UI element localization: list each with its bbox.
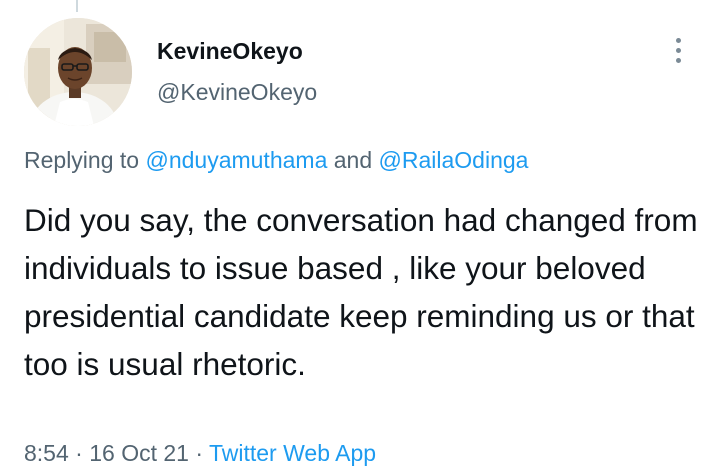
tweet-date[interactable]: 16 Oct 21: [89, 440, 189, 466]
thread-connector-line: [76, 0, 78, 12]
tweet-source-link[interactable]: Twitter Web App: [209, 440, 376, 466]
mention-link-railaodinga[interactable]: @RailaOdinga: [379, 147, 529, 173]
tweet-metadata: 8:54 · 16 Oct 21 · Twitter Web App: [24, 440, 376, 467]
author-display-name[interactable]: KevineOkeyo: [157, 38, 303, 65]
tweet-time[interactable]: 8:54: [24, 440, 69, 466]
tweet-text: Did you say, the conversation had change…: [24, 202, 698, 382]
author-handle[interactable]: @KevineOkeyo: [157, 79, 317, 106]
mention-link-nduyamuthama[interactable]: @nduyamuthama: [145, 147, 327, 173]
replying-conjunction: and: [327, 147, 379, 173]
replying-to-line: Replying to @nduyamuthama and @RailaOdin…: [24, 147, 528, 174]
avatar[interactable]: [24, 18, 132, 126]
replying-prefix: Replying to: [24, 147, 146, 173]
meta-separator: ·: [68, 440, 90, 466]
more-vertical-icon[interactable]: [668, 36, 690, 66]
meta-separator: ·: [188, 440, 209, 466]
profile-photo: [24, 18, 132, 126]
